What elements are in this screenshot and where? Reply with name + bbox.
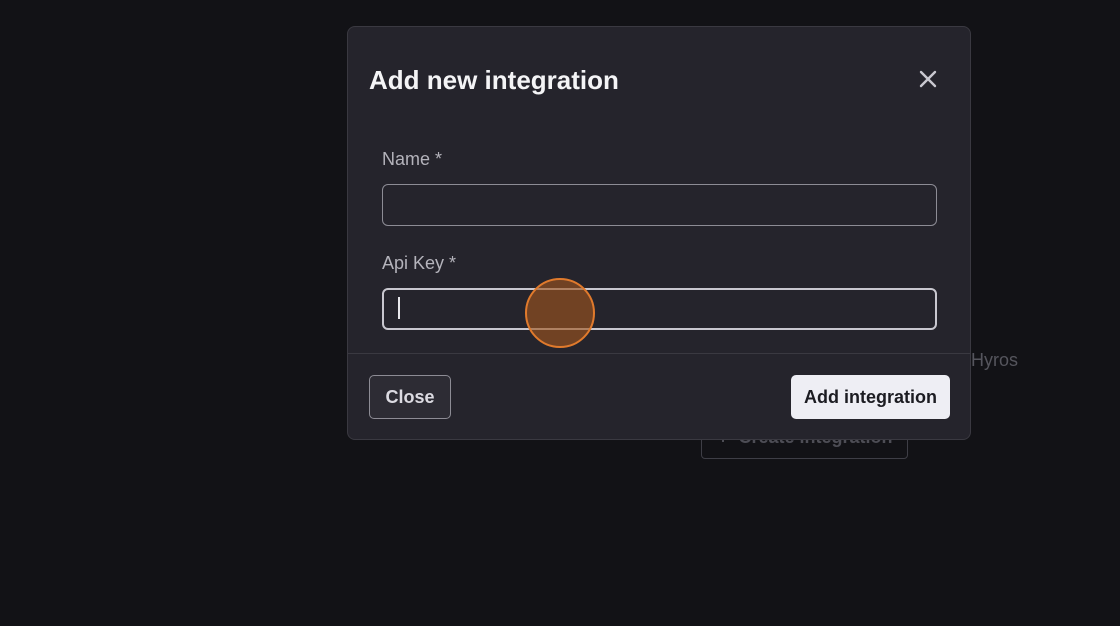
modal-close-button[interactable]	[914, 67, 942, 95]
text-cursor	[398, 297, 400, 319]
close-icon	[919, 70, 937, 93]
add-integration-button[interactable]: Add integration	[791, 375, 950, 419]
add-integration-modal: Add new integration Name * Api Key * Clo…	[347, 26, 971, 440]
api-key-input[interactable]	[382, 288, 937, 330]
modal-footer-divider	[348, 353, 970, 354]
name-field-label: Name *	[382, 149, 443, 169]
api-key-field-label: Api Key *	[382, 253, 457, 273]
close-button[interactable]: Close	[369, 375, 451, 419]
modal-title: Add new integration	[369, 65, 619, 95]
app-screen: t Hyros Create integration Add new integ…	[0, 0, 1120, 626]
name-input[interactable]	[382, 184, 937, 226]
